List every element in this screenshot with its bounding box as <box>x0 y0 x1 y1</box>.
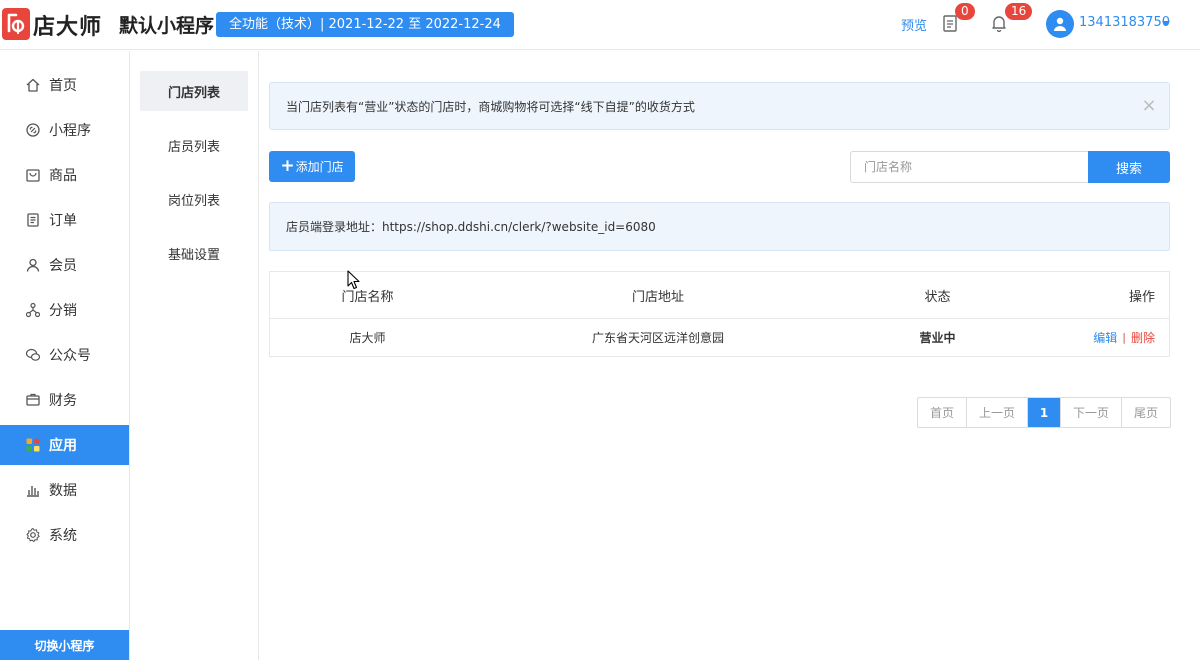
apps-icon <box>25 437 41 453</box>
sidebar-item-distribution[interactable]: 分销 <box>0 290 129 330</box>
subnav-item-basic-settings[interactable]: 基础设置 <box>140 233 248 273</box>
sidebar-item-system[interactable]: 系统 <box>0 515 129 555</box>
bell-icon <box>992 16 1006 32</box>
notice-text: 当门店列表有“营业”状态的门店时，商城购物将可选择“线下自提”的收货方式 <box>286 99 695 114</box>
sidebar-item-label: 系统 <box>49 528 77 544</box>
order-icon <box>25 212 41 228</box>
switch-miniprogram-button[interactable]: 切换小程序 <box>0 630 129 660</box>
sidebar-item-label: 订单 <box>49 213 77 229</box>
home-icon <box>25 77 41 93</box>
sidebar-item-miniprogram[interactable]: 小程序 <box>0 110 129 150</box>
sidebar-item-label: 商品 <box>49 168 77 184</box>
top-header: 店大师 默认小程序 全功能（技术）| 2021-12-22 至 2022-12-… <box>0 0 1200 50</box>
distribution-icon <box>25 302 41 318</box>
add-store-label: 添加门店 <box>295 160 344 174</box>
notifications-count-badge: 16 <box>1005 3 1033 20</box>
sidebar-item-label: 数据 <box>49 483 77 499</box>
add-store-button[interactable]: + 添加门店 <box>269 151 355 182</box>
store-name-search-input[interactable] <box>850 151 1089 183</box>
sub-navigation: 门店列表 店员列表 岗位列表 基础设置 <box>130 51 259 660</box>
subnav-item-clerk-list[interactable]: 店员列表 <box>140 125 248 165</box>
finance-icon <box>25 392 41 408</box>
sidebar-item-apps[interactable]: 应用 <box>0 425 129 465</box>
clerk-login-url-text: 店员端登录地址：https://shop.ddshi.cn/clerk/?web… <box>286 220 656 234</box>
subnav-item-store-list[interactable]: 门店列表 <box>140 71 248 111</box>
sidebar-item-label: 首页 <box>49 78 77 94</box>
logo-text: 店大师 <box>33 15 103 40</box>
sidebar-item-goods[interactable]: 商品 <box>0 155 129 195</box>
subnav-item-position-list[interactable]: 岗位列表 <box>140 179 248 219</box>
plus-icon: + <box>280 156 295 176</box>
delete-link[interactable]: 删除 <box>1131 329 1155 346</box>
user-phone[interactable]: 13413183750 <box>1079 15 1170 30</box>
store-table: 门店名称 门店地址 状态 操作 店大师 广东省天河区远洋创意园 营业中 编辑 |… <box>269 271 1170 357</box>
sidebar-item-label: 小程序 <box>49 123 91 139</box>
preview-link[interactable]: 预览 <box>901 15 927 34</box>
sidebar-item-members[interactable]: 会员 <box>0 245 129 285</box>
user-avatar-icon <box>1054 17 1066 31</box>
last-page-button[interactable]: 尾页 <box>1122 398 1170 427</box>
clipboard-icon <box>943 15 957 32</box>
logo-icon <box>2 8 30 40</box>
status-badge: 营业中 <box>919 331 956 345</box>
search-button[interactable]: 搜索 <box>1088 151 1170 183</box>
info-notice: 当门店列表有“营业”状态的门店时，商城购物将可选择“线下自提”的收货方式 × <box>269 82 1170 130</box>
sidebar-item-official-account[interactable]: 公众号 <box>0 335 129 375</box>
edit-link[interactable]: 编辑 <box>1093 329 1117 346</box>
plan-badge[interactable]: 全功能（技术）| 2021-12-22 至 2022-12-24 <box>216 12 514 37</box>
next-page-button[interactable]: 下一页 <box>1061 398 1122 427</box>
sidebar-item-label: 分销 <box>49 303 77 319</box>
close-icon[interactable]: × <box>1139 96 1159 116</box>
prev-page-button[interactable]: 上一页 <box>967 398 1028 427</box>
pagination: 首页 上一页 1 下一页 尾页 <box>917 397 1171 428</box>
wechat-icon <box>25 347 41 363</box>
sidebar-item-label: 会员 <box>49 258 77 274</box>
action-separator: | <box>1122 331 1126 344</box>
first-page-button[interactable]: 首页 <box>918 398 967 427</box>
user-icon <box>25 257 41 273</box>
gear-icon <box>25 527 41 543</box>
column-header-address: 门店地址 <box>631 289 684 305</box>
goods-icon <box>25 167 41 183</box>
column-header-store-name: 门店名称 <box>341 289 394 305</box>
page-1-button[interactable]: 1 <box>1028 398 1061 427</box>
table-header: 门店名称 门店地址 状态 操作 <box>270 272 1169 319</box>
orders-count-badge: 0 <box>955 3 975 20</box>
clerk-login-url-panel: 店员端登录地址：https://shop.ddshi.cn/clerk/?web… <box>269 202 1170 251</box>
chevron-down-icon[interactable] <box>1162 21 1170 26</box>
sidebar-item-orders[interactable]: 订单 <box>0 200 129 240</box>
store-name-cell: 店大师 <box>349 331 386 345</box>
sidebar-item-finance[interactable]: 财务 <box>0 380 129 420</box>
sidebar-item-label: 公众号 <box>49 348 91 364</box>
sidebar: 首页 小程序 商品 订单 会员 分销 公众号 财务 应用 数据 系统 切换小程序 <box>0 51 130 660</box>
column-header-status: 状态 <box>924 289 951 305</box>
table-row: 店大师 广东省天河区远洋创意园 营业中 编辑 | 删除 <box>270 319 1169 356</box>
column-header-actions: 操作 <box>1128 289 1155 305</box>
sidebar-item-label: 应用 <box>49 438 77 454</box>
chart-icon <box>25 482 41 498</box>
actions-cell: 编辑 | 删除 <box>1024 319 1169 356</box>
avatar[interactable] <box>1046 10 1074 38</box>
sidebar-item-label: 财务 <box>49 393 77 409</box>
store-address-cell: 广东省天河区远洋创意园 <box>591 331 724 345</box>
link-icon <box>25 122 41 138</box>
mouse-cursor-icon <box>347 270 361 294</box>
app-name: 默认小程序 <box>119 15 215 37</box>
sidebar-item-home[interactable]: 首页 <box>0 65 129 105</box>
sidebar-item-data[interactable]: 数据 <box>0 470 129 510</box>
